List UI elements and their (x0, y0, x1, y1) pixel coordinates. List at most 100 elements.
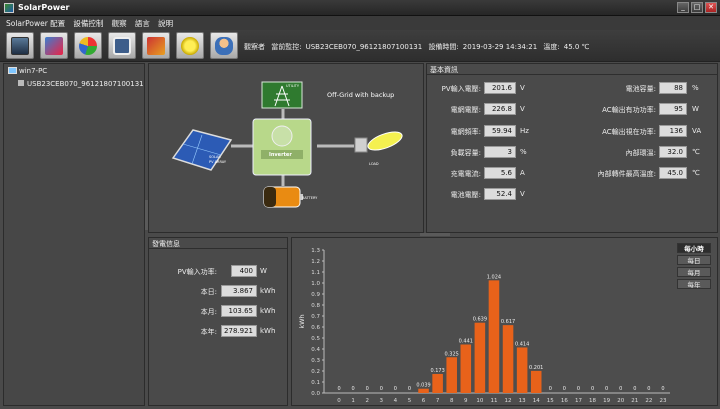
x-tick-label: 13 (519, 398, 526, 404)
device-time-value: 2019-03-29 14:34:21 (462, 43, 538, 51)
hourly-button[interactable]: 每小時 (677, 243, 711, 253)
settings-button[interactable] (40, 32, 68, 59)
user-help-button[interactable] (210, 32, 238, 59)
pv-input-power-unit: W (260, 267, 267, 275)
y-tick-label: 0.2 (311, 369, 320, 375)
ac-active-power-unit: W (692, 105, 699, 113)
basic-info-panel: 基本資訊 PV輸入電壓: 201.6 V 電網電壓: 226.8 V 電網頻率:… (426, 63, 718, 233)
bar-value-label: 0 (591, 386, 594, 392)
grid-voltage-value: 226.8 (484, 103, 516, 115)
camera-icon (113, 37, 131, 55)
bar-value-label: 0 (647, 386, 650, 392)
menu-solarpower-config[interactable]: SolarPower 配置 (0, 16, 68, 29)
bar-value-label: 0.173 (430, 368, 444, 374)
bar-value-label: 0 (619, 386, 622, 392)
year-energy-unit: kWh (260, 327, 276, 335)
x-tick-label: 22 (645, 398, 652, 404)
y-tick-label: 1.2 (311, 259, 320, 265)
tree-device-item[interactable]: USB23CEB070_96121807100131 (18, 80, 144, 88)
inverter-icon (252, 118, 312, 176)
menu-device-control[interactable]: 設備控制 (70, 16, 106, 29)
pv-input-power-label: PV輸入功率: (177, 268, 217, 276)
pie-chart-icon (79, 37, 97, 55)
toolbar: 觀察者 當前監控: USB23CEB070_96121807100131 設備時間… (0, 30, 720, 62)
y-tick-label: 0.9 (311, 292, 320, 298)
month-energy-label: 本月: (200, 308, 217, 316)
title-bar: SolarPower _ □ ✕ (0, 0, 720, 16)
bar-value-label: 0 (563, 386, 566, 392)
today-energy-label: 本日: (200, 288, 217, 296)
user-icon (215, 37, 233, 55)
menu-view[interactable]: 觀察 (109, 16, 130, 29)
camera-button[interactable] (108, 32, 136, 59)
temperature-label: 溫度: (543, 43, 560, 51)
pv-input-voltage-unit: V (520, 84, 525, 92)
menu-language[interactable]: 語言 (132, 16, 153, 29)
y-axis-label: kWh (298, 314, 306, 328)
hourly-generation-chart: 0.0 0.1 0.2 0.3 0.4 0.5 0.6 0.7 0.8 0.9 1.0 1.1 1.2 1… (298, 248, 670, 404)
grid-frequency-unit: Hz (520, 127, 529, 135)
ac-active-power-label: AC輸出有功功率: (602, 106, 656, 114)
bar-value-label: 0.639 (473, 317, 487, 323)
maximize-button[interactable]: □ (691, 2, 703, 13)
ac-apparent-power-label: AC輸出視在功率: (602, 128, 656, 136)
ac-apparent-power-unit: VA (692, 127, 702, 135)
device-tree-panel: win7-PC USB23CEB070_96121807100131 (3, 63, 145, 406)
internal-temp-value: 32.0 (659, 146, 687, 158)
pv-input-power-value: 400 (231, 265, 257, 277)
battery-capacity-unit: % (692, 84, 699, 92)
x-tick-label: 9 (464, 398, 468, 404)
current-monitor-label: 當前監控: (271, 43, 302, 51)
monitor-button[interactable] (6, 32, 34, 59)
bar-value-label: 0.039 (416, 383, 430, 389)
x-tick-label: 5 (408, 398, 412, 404)
close-button[interactable]: ✕ (705, 2, 717, 13)
app-icon (4, 3, 14, 13)
x-tick-label: 3 (380, 398, 384, 404)
battery-label: BATTERY (302, 196, 318, 200)
y-tick-label: 0.4 (311, 347, 320, 353)
y-tick-label: 1.0 (311, 281, 320, 287)
grid-voltage-unit: V (520, 105, 525, 113)
bar-hour-11 (488, 280, 500, 393)
x-tick-label: 12 (505, 398, 512, 404)
charge-current-label: 充電電流: (450, 170, 481, 178)
bar-hour-13 (516, 347, 528, 393)
yearly-button[interactable]: 每年 (677, 279, 711, 289)
bar-value-label: 0.414 (515, 341, 529, 347)
bar-hour-9 (460, 344, 472, 393)
grid-frequency-label: 電網頻率: (450, 128, 481, 136)
tree-root-item[interactable]: win7-PC (8, 67, 47, 75)
tools-button[interactable] (142, 32, 170, 59)
menu-bar: SolarPower 配置 設備控制 觀察 語言 說明 (0, 16, 720, 30)
x-tick-label: 4 (394, 398, 398, 404)
temperature-value: 45.0 ℃ (563, 43, 590, 51)
data-chart-button[interactable] (74, 32, 102, 59)
x-tick-label: 23 (659, 398, 666, 404)
max-component-temp-value: 45.0 (659, 167, 687, 179)
bar-value-label: 0.617 (501, 319, 515, 325)
bar-value-label: 0 (337, 386, 340, 392)
device-time-label: 設備時間: (428, 43, 459, 51)
monthly-button[interactable]: 每月 (677, 267, 711, 277)
bar-hour-8 (446, 357, 457, 393)
tools-icon (147, 37, 165, 55)
month-energy-value: 103.65 (221, 305, 257, 317)
menu-help[interactable]: 說明 (155, 16, 176, 29)
horizontal-splitter[interactable] (420, 233, 450, 236)
daily-button[interactable]: 每日 (677, 255, 711, 265)
y-tick-label: 1.1 (311, 270, 320, 276)
load-capacity-unit: % (520, 148, 527, 156)
minimize-button[interactable]: _ (677, 2, 689, 13)
mode-label: Off-Grid with backup (327, 91, 394, 99)
x-tick-label: 10 (476, 398, 483, 404)
battery-voltage-label: 電池電壓: (450, 191, 481, 199)
window-title: SolarPower (18, 3, 70, 12)
bar-value-label: 0.441 (459, 338, 473, 344)
ac-apparent-power-value: 136 (659, 125, 687, 137)
year-energy-label: 本年: (200, 328, 217, 336)
bar-hour-7 (432, 373, 443, 393)
charge-current-value: 5.6 (484, 167, 516, 179)
light-button[interactable] (176, 32, 204, 59)
today-energy-unit: kWh (260, 287, 276, 295)
